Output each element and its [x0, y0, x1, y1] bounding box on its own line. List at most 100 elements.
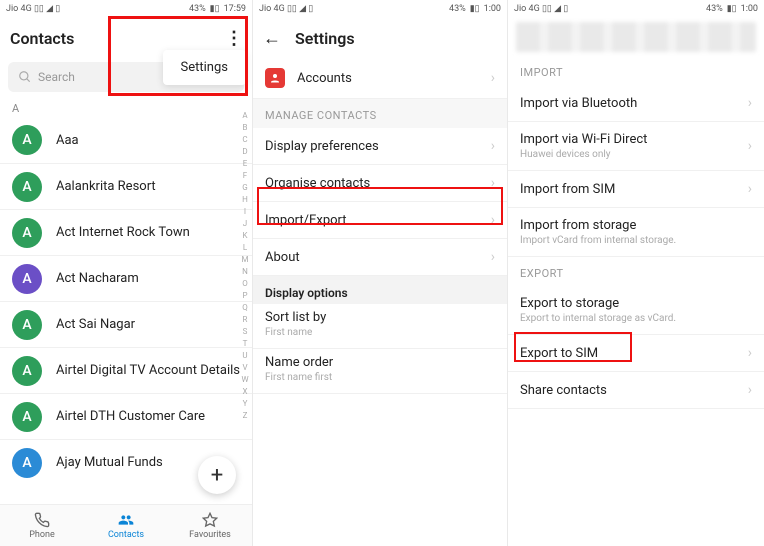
row-export-storage[interactable]: Export to storage Export to internal sto…: [508, 286, 764, 335]
row-import-wifi[interactable]: Import via Wi-Fi Direct Huawei devices o…: [508, 122, 764, 171]
row-import-bluetooth[interactable]: Import via Bluetooth ›: [508, 85, 764, 122]
az-letter[interactable]: F: [240, 170, 250, 182]
alpha-index-rail[interactable]: ABCDEFGHIJKLMNOPQRSTUVWXYZ: [240, 110, 250, 498]
az-letter[interactable]: W: [240, 374, 250, 386]
nav-phone[interactable]: Phone: [0, 505, 84, 546]
az-letter[interactable]: U: [240, 350, 250, 362]
page-title: Contacts: [10, 29, 74, 48]
az-letter[interactable]: E: [240, 158, 250, 170]
contacts-icon: [118, 512, 134, 528]
contact-avatar: A: [12, 218, 42, 248]
row-name-order[interactable]: Name order First name first: [253, 349, 507, 394]
az-letter[interactable]: M: [240, 254, 250, 266]
contact-name: Act Nacharam: [56, 271, 139, 286]
settings-title-row: ← Settings: [253, 18, 507, 58]
contact-row[interactable]: A Act Sai Nagar: [0, 301, 252, 347]
contact-row[interactable]: A Aaa: [0, 117, 252, 163]
row-export-sim[interactable]: Export to SIM ›: [508, 335, 764, 372]
chevron-right-icon: ›: [748, 95, 752, 111]
contact-avatar: A: [12, 356, 42, 386]
import-export-screen: Jio 4G ▯▯ ◢ ▯ 43%▮▯1:00 IMPORT Import vi…: [508, 0, 764, 546]
contact-name: Airtel Digital TV Account Details: [56, 363, 240, 378]
settings-screen: Jio 4G ▯▯ ◢ ▯ 43%▮▯1:00 ← Settings Accou…: [252, 0, 508, 546]
az-letter[interactable]: D: [240, 146, 250, 158]
contact-name: Aalankrita Resort: [56, 179, 156, 194]
bottom-nav: Phone Contacts Favourites: [0, 504, 252, 546]
chevron-right-icon: ›: [748, 138, 752, 154]
az-letter[interactable]: B: [240, 122, 250, 134]
az-letter[interactable]: Q: [240, 302, 250, 314]
phone-icon: [34, 512, 50, 528]
search-placeholder: Search: [38, 70, 75, 84]
accounts-icon: [265, 68, 285, 88]
nav-contacts[interactable]: Contacts: [84, 505, 168, 546]
az-letter[interactable]: Y: [240, 398, 250, 410]
az-letter[interactable]: P: [240, 290, 250, 302]
az-letter[interactable]: H: [240, 194, 250, 206]
az-letter[interactable]: J: [240, 218, 250, 230]
contact-row[interactable]: A Airtel Digital TV Account Details: [0, 347, 252, 393]
contact-name: Act Internet Rock Town: [56, 225, 190, 240]
row-import-storage[interactable]: Import from storage Import vCard from in…: [508, 208, 764, 257]
search-icon: [18, 70, 32, 84]
chevron-right-icon: ›: [491, 212, 495, 228]
az-letter[interactable]: K: [240, 230, 250, 242]
row-display-preferences[interactable]: Display preferences ›: [253, 128, 507, 165]
menu-item-settings[interactable]: Settings: [181, 60, 228, 75]
contact-name: Aaa: [56, 133, 79, 148]
contact-avatar: A: [12, 172, 42, 202]
az-letter[interactable]: I: [240, 206, 250, 218]
az-letter[interactable]: L: [240, 242, 250, 254]
row-import-sim[interactable]: Import from SIM ›: [508, 171, 764, 208]
az-letter[interactable]: X: [240, 386, 250, 398]
contact-avatar: A: [12, 125, 42, 155]
contact-avatar: A: [12, 310, 42, 340]
page-title: Settings: [295, 29, 355, 48]
import-header: IMPORT: [508, 56, 764, 85]
az-letter[interactable]: A: [240, 110, 250, 122]
status-left: Jio 4G ▯▯ ◢ ▯: [6, 4, 60, 14]
more-icon[interactable]: ⋮: [225, 28, 242, 49]
row-organise-contacts[interactable]: Organise contacts ›: [253, 165, 507, 202]
contact-row[interactable]: AAct Nacharam: [0, 255, 252, 301]
manage-contacts-header: MANAGE CONTACTS: [253, 99, 507, 128]
row-import-export[interactable]: Import/Export ›: [253, 202, 507, 239]
back-icon[interactable]: ←: [263, 28, 281, 49]
az-letter[interactable]: O: [240, 278, 250, 290]
chevron-right-icon: ›: [491, 138, 495, 154]
contacts-list[interactable]: A Aaa A Aalankrita Resort A Act Internet Rock…: [0, 117, 252, 504]
add-contact-fab[interactable]: +: [198, 456, 236, 494]
contact-name: Act Sai Nagar: [56, 317, 135, 332]
status-right: 43% ▮▯ 17:59: [189, 4, 246, 14]
az-letter[interactable]: V: [240, 362, 250, 374]
az-letter[interactable]: G: [240, 182, 250, 194]
az-letter[interactable]: R: [240, 314, 250, 326]
row-about[interactable]: About ›: [253, 239, 507, 276]
contact-avatar: A: [12, 402, 42, 432]
star-icon: [202, 512, 218, 528]
chevron-right-icon: ›: [748, 181, 752, 197]
contact-name: Ajay Mutual Funds: [56, 455, 163, 470]
az-letter[interactable]: C: [240, 134, 250, 146]
az-letter[interactable]: N: [240, 266, 250, 278]
az-letter[interactable]: T: [240, 338, 250, 350]
row-accounts[interactable]: Accounts ›: [253, 58, 507, 99]
az-letter[interactable]: S: [240, 326, 250, 338]
row-sort-list-by[interactable]: Sort list by First name: [253, 304, 507, 349]
contact-row[interactable]: A Aalankrita Resort: [0, 163, 252, 209]
contact-row[interactable]: A Act Internet Rock Town: [0, 209, 252, 255]
status-bar: Jio 4G ▯▯ ◢ ▯ 43% ▮▯ 17:59: [0, 0, 252, 18]
redacted-title: [516, 22, 756, 52]
contact-name: Airtel DTH Customer Care: [56, 409, 205, 424]
nav-favourites[interactable]: Favourites: [168, 505, 252, 546]
chevron-right-icon: ›: [748, 345, 752, 361]
row-share-contacts[interactable]: Share contacts ›: [508, 372, 764, 409]
chevron-right-icon: ›: [491, 249, 495, 265]
chevron-right-icon: ›: [491, 175, 495, 191]
overflow-menu: Settings: [163, 50, 246, 85]
chevron-right-icon: ›: [748, 382, 752, 398]
az-letter[interactable]: Z: [240, 410, 250, 422]
contact-row[interactable]: A Airtel DTH Customer Care: [0, 393, 252, 439]
display-options-header: Display options: [253, 276, 507, 304]
export-header: EXPORT: [508, 257, 764, 286]
